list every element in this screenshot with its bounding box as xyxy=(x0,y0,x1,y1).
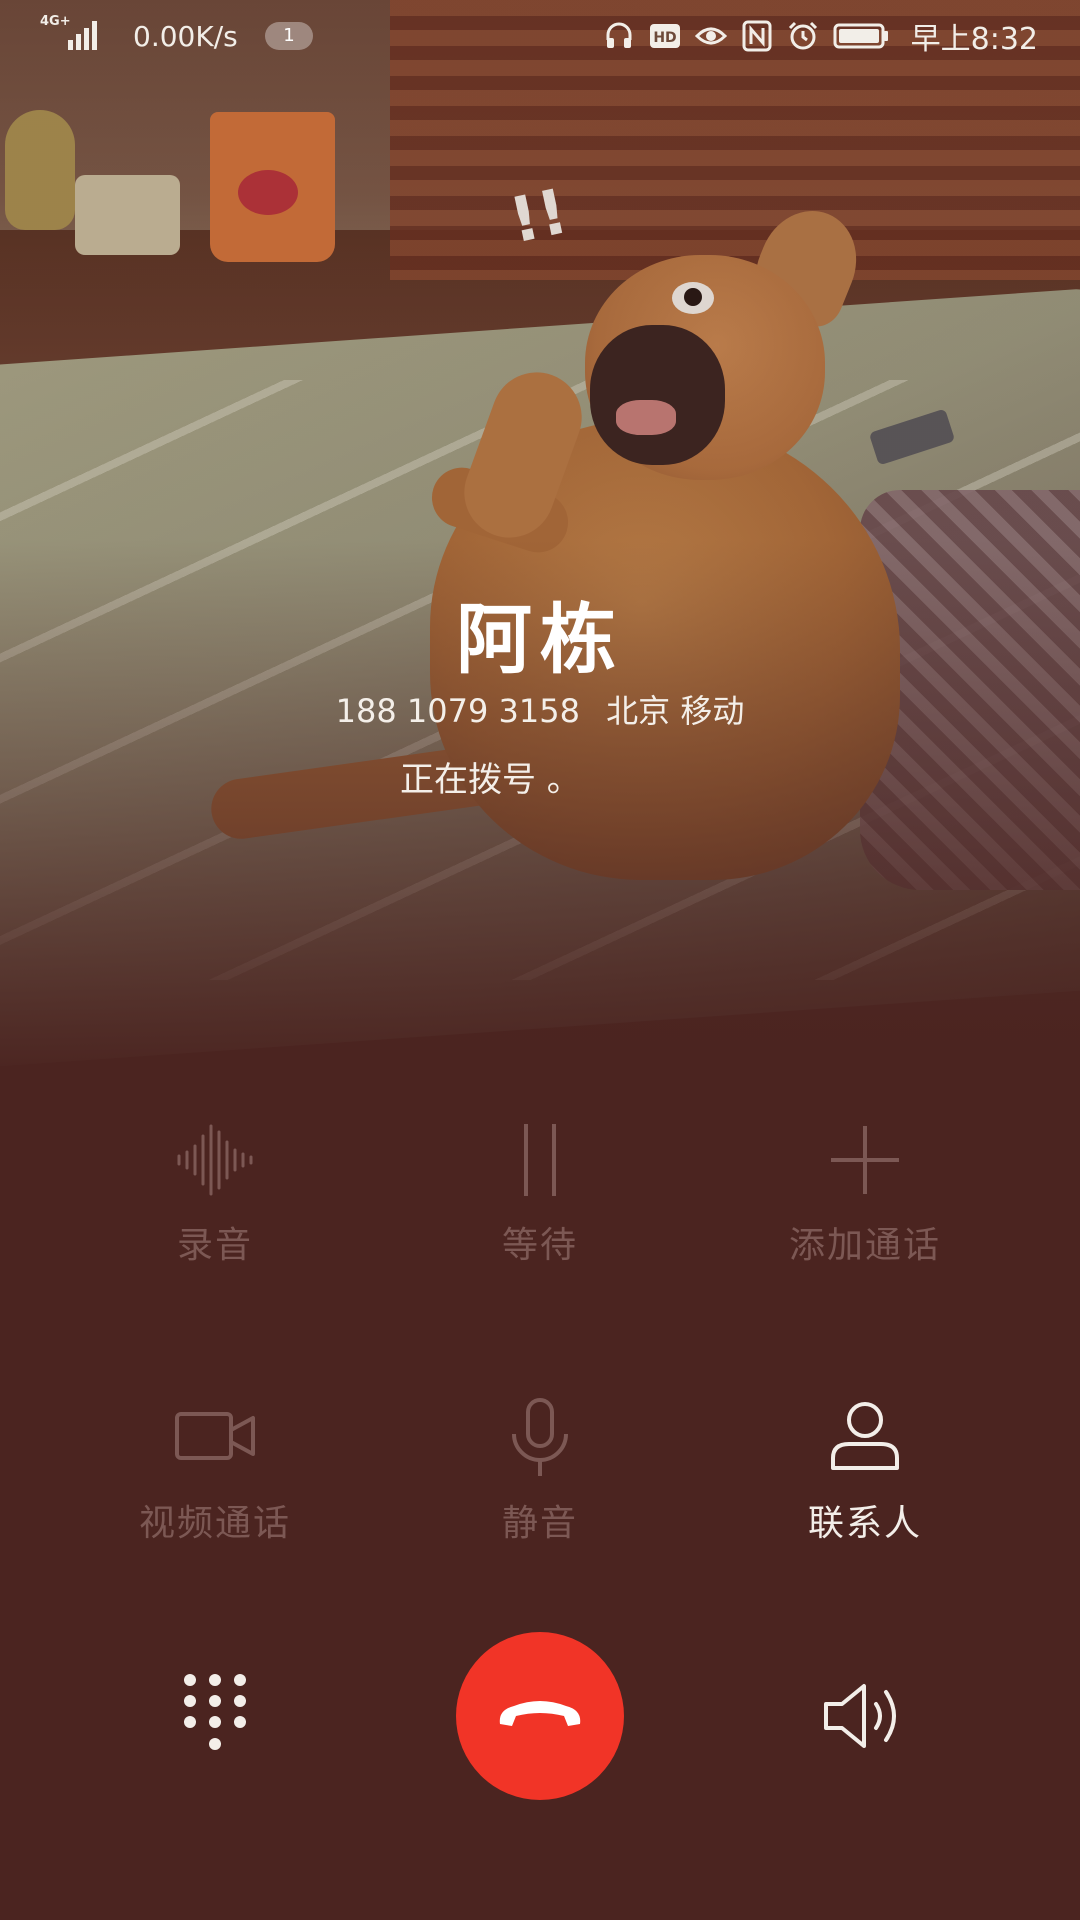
mute-button[interactable]: 静音 xyxy=(410,1398,670,1568)
add-call-button[interactable]: 添加通话 xyxy=(735,1120,995,1290)
hd-icon: HD xyxy=(649,24,680,48)
pause-icon xyxy=(524,1124,556,1196)
video-call-button[interactable]: 视频通话 xyxy=(85,1398,345,1568)
microphone-icon xyxy=(512,1398,568,1476)
speaker-icon[interactable] xyxy=(820,1678,910,1754)
notification-badge: 1 xyxy=(265,22,313,50)
person-icon xyxy=(831,1402,899,1470)
plus-icon xyxy=(831,1126,899,1194)
caller-background-photo: !! xyxy=(0,0,1080,1080)
in-call-screen: !! 4G+ 0.00K/s 1 HD xyxy=(0,0,1080,1920)
status-bar: 4G+ 0.00K/s 1 HD 早上8:32 xyxy=(0,0,1080,72)
add-call-label: 添加通话 xyxy=(788,1225,941,1266)
eye-icon xyxy=(694,27,727,45)
record-label: 录音 xyxy=(176,1225,253,1266)
status-icons: HD 早上8:32 xyxy=(603,16,1038,57)
signal-strength-icon xyxy=(68,21,97,50)
hangup-button[interactable] xyxy=(456,1632,624,1800)
caller-name: 阿栋 xyxy=(456,595,624,684)
hold-label: 等待 xyxy=(501,1225,578,1266)
contacts-label: 联系人 xyxy=(807,1503,922,1544)
alarm-icon xyxy=(788,21,817,50)
dialpad-icon[interactable] xyxy=(180,1672,250,1752)
battery-icon xyxy=(833,23,888,49)
carrier-location: 北京 移动 xyxy=(606,692,745,730)
record-button[interactable]: 录音 xyxy=(85,1120,345,1290)
network-speed: 0.00K/s xyxy=(133,20,238,53)
video-call-label: 视频通话 xyxy=(138,1503,291,1544)
clock-time: 早上8:32 xyxy=(910,22,1038,57)
svg-text:HD: HD xyxy=(653,30,676,46)
contacts-button[interactable]: 联系人 xyxy=(735,1398,995,1568)
nfc-icon xyxy=(742,20,772,52)
caller-number-line: 188 1079 3158 北京 移动 xyxy=(0,686,1080,732)
call-status: 正在拨号 。 xyxy=(400,760,581,800)
hangup-phone-icon xyxy=(499,1701,581,1726)
waveform-icon xyxy=(177,1124,253,1196)
headphones-icon xyxy=(606,22,632,48)
phone-number: 188 1079 3158 xyxy=(335,692,580,730)
mute-label: 静音 xyxy=(501,1503,578,1544)
video-camera-icon xyxy=(175,1412,255,1460)
hold-button[interactable]: 等待 xyxy=(410,1120,670,1290)
